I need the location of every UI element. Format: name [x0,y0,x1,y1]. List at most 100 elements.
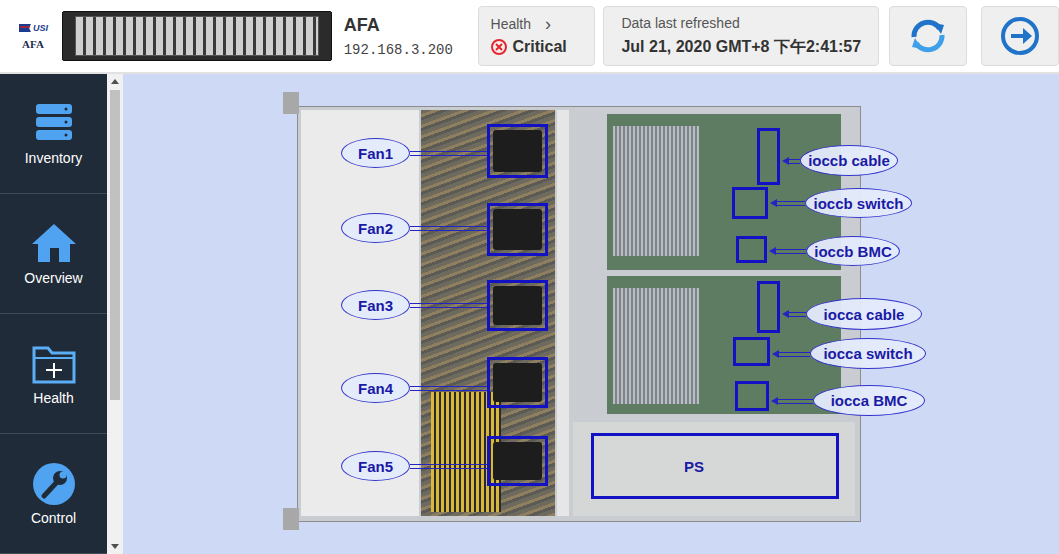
callout-label[interactable]: ioccb BMC [806,236,900,266]
connector [777,399,813,404]
fan-icon [493,286,542,325]
callout-label[interactable]: iocca cable [806,298,922,330]
highlight-box [487,357,548,408]
refresh-icon [907,15,949,57]
connector [776,201,805,206]
scroll-up-icon[interactable] [111,79,119,84]
content: InventoryOverviewHealthControlFan1Fan2Fa… [0,74,1059,554]
connector [788,159,800,164]
logo-mark: USI [18,22,48,34]
callout-text: Fan5 [358,458,393,475]
refresh-time: Jul 21, 2020 GMT+8 下午2:41:57 [621,37,866,58]
callout-label[interactable]: iocca switch [810,338,926,369]
connector [788,312,806,317]
callout-text: Fan3 [358,297,393,314]
sidebar-item[interactable]: Inventory [0,74,107,194]
highlight-box [736,236,767,263]
highlight-box: PS [591,433,839,499]
callout-text: ioccb switch [813,195,903,212]
callout-label[interactable]: Fan1 [341,138,410,168]
drive-bays [75,16,319,56]
health-title: Health › [491,16,583,32]
fan-icon [493,442,542,480]
refresh-info: Data last refreshed Jul 21, 2020 GMT+8 下午… [603,6,879,66]
chevron: › [545,17,551,31]
scroll-thumb[interactable] [110,90,120,400]
critical-icon [491,39,507,55]
callout-text: Fan4 [358,380,393,397]
fan-icon [493,363,542,402]
flag-icon [18,22,32,34]
part-label: PS [684,458,704,475]
logo-product: AFA [22,38,44,50]
heatsink [613,126,699,256]
scroll-down-icon[interactable] [111,544,119,549]
device-info: AFA 192.168.3.200 [344,15,472,58]
highlight-box [487,280,548,331]
callout-label[interactable]: Fan4 [341,373,410,403]
callout-text: iocca switch [823,345,912,362]
logout-icon [999,15,1041,57]
fan-icon [493,130,542,172]
highlight-box [487,203,548,256]
callout-label[interactable]: Fan2 [341,213,410,243]
connector [410,386,487,391]
callout-text: iocca cable [824,306,905,323]
connector [410,151,487,156]
sidebar-item[interactable]: Health [0,314,107,434]
sidebar-label: Control [31,510,76,526]
folder-icon [30,342,78,386]
sidebar-label: Overview [24,270,82,286]
health-status: Critical [513,38,567,56]
server-image [62,11,332,61]
fan-icon [493,209,542,250]
highlight-box [487,436,548,486]
health-status-row: Critical [491,38,583,56]
sidebar-item[interactable]: Overview [0,194,107,314]
connector [775,249,806,254]
divider [557,110,569,516]
callout-text: Fan1 [358,145,393,162]
sidebar-item[interactable]: Control [0,434,107,554]
callout-label[interactable]: ioccb switch [805,188,912,218]
home-icon [30,222,78,266]
inventory-icon [30,102,78,146]
health-label: Health [491,16,531,32]
sidebar-label: Inventory [25,150,83,166]
device-ip: 192.168.3.200 [344,42,472,58]
callout-label[interactable]: Fan3 [341,290,410,320]
highlight-box [757,128,780,185]
logo: USI AFA [8,22,58,50]
chassis-diagram: Fan1Fan2Fan3Fan4Fan5ioccb cableioccb swi… [283,92,873,532]
highlight-box [735,381,769,411]
connector [410,303,487,308]
sidebar-label: Health [33,390,73,406]
callout-text: ioccb BMC [814,243,892,260]
callout-text: ioccb cable [808,152,890,169]
highlight-box [732,187,768,219]
device-name: AFA [344,15,472,36]
connector [410,464,487,469]
header: USI AFA AFA 192.168.3.200 Health › Critical Dat… [0,0,1059,72]
refresh-label: Data last refreshed [621,15,866,31]
callout-text: Fan2 [358,220,393,237]
refresh-button[interactable] [889,6,967,66]
callout-label[interactable]: ioccb cable [800,145,898,176]
logo-brand: USI [33,23,48,33]
health-button[interactable]: Health › Critical [478,6,596,66]
highlight-box [757,281,780,333]
callout-label[interactable]: iocca BMC [813,385,925,416]
handle [283,508,299,530]
callout-label[interactable]: Fan5 [341,451,410,481]
cable-bundle [431,392,501,512]
highlight-box [487,124,548,178]
handle [283,92,299,114]
callout-text: iocca BMC [831,392,908,409]
connector [410,226,487,231]
scrollbar[interactable] [107,74,123,554]
heatsink [613,288,699,404]
main-panel: Fan1 Fan2 Fan3 Fan4 Fan5 ioccb cable ioccb swi… [123,74,1059,554]
logout-button[interactable] [981,6,1059,66]
sidebar: Inventory Overview Health Control [0,74,107,554]
highlight-box [733,337,770,366]
